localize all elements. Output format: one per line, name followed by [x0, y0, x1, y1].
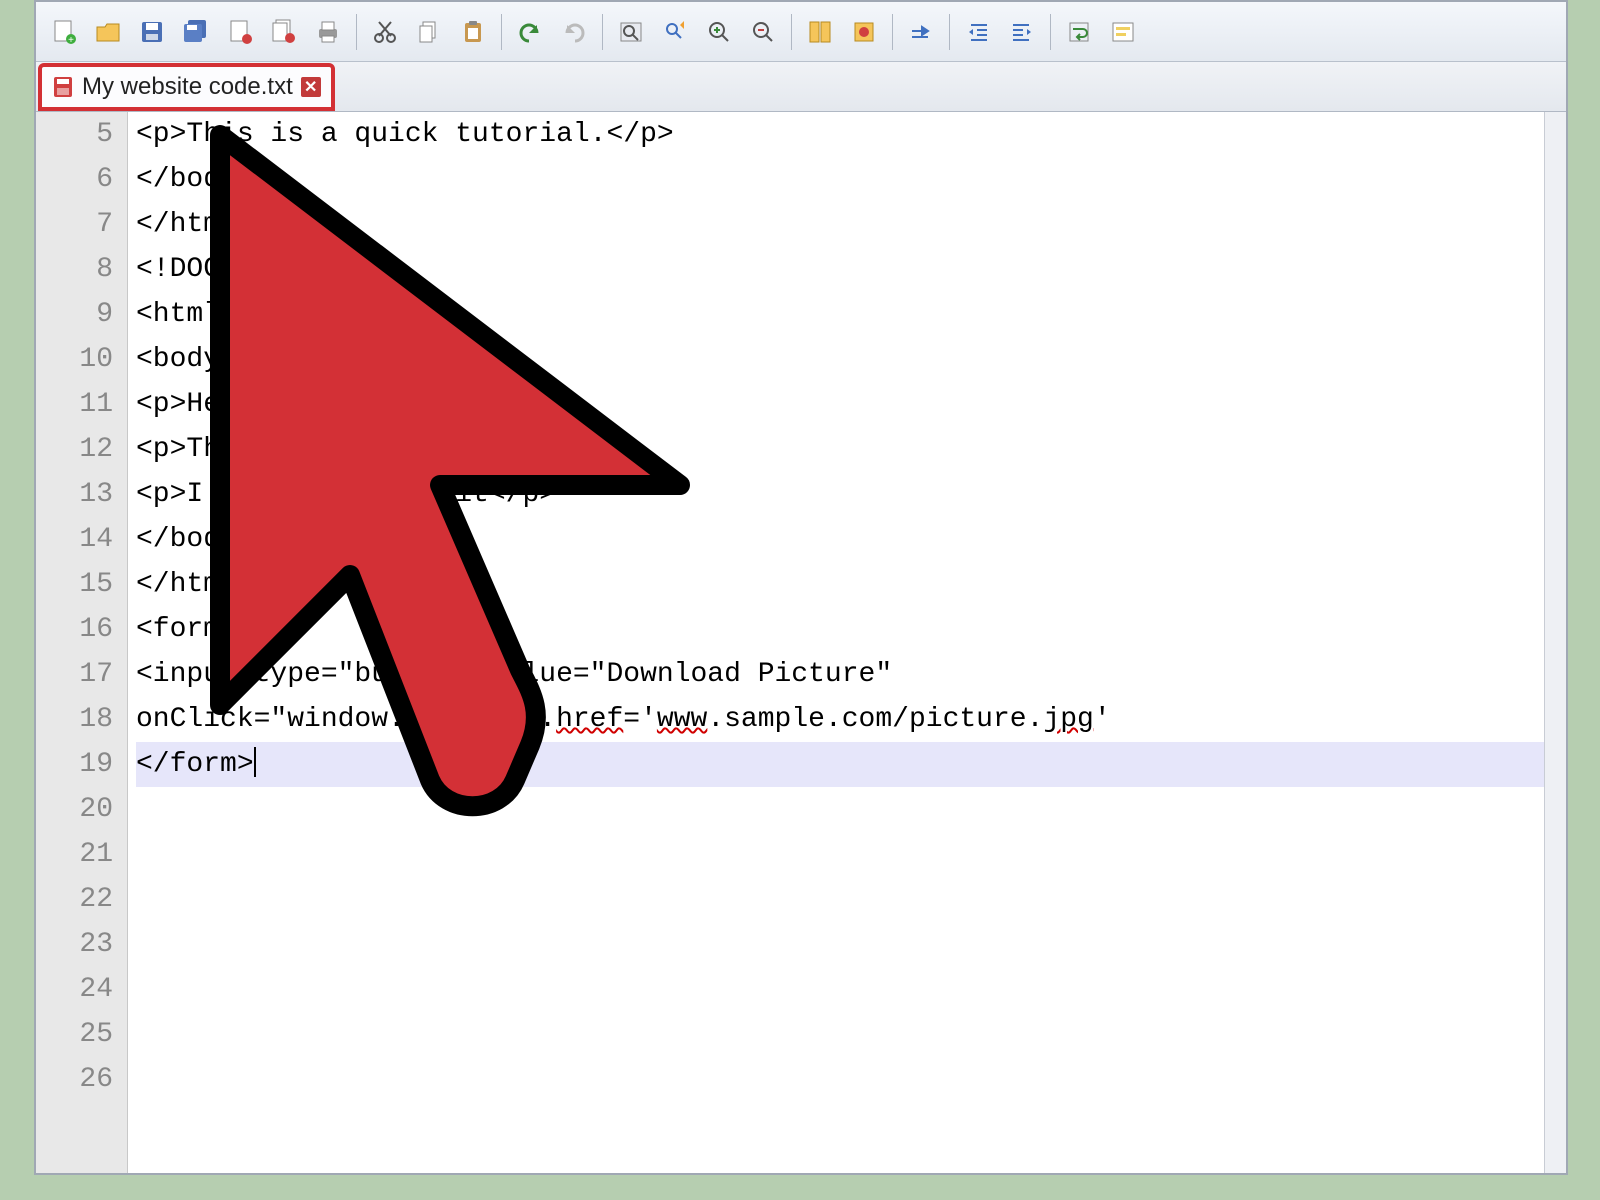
line-number: 25: [36, 1012, 113, 1057]
line-number: 10: [36, 337, 113, 382]
code-line[interactable]: onClick="window.location.href='www.sampl…: [136, 697, 1566, 742]
code-line[interactable]: <input type="button" value="Download Pic…: [136, 652, 1566, 697]
line-number: 24: [36, 967, 113, 1012]
code-line[interactable]: [136, 832, 1566, 877]
record-macro-button[interactable]: [844, 12, 884, 52]
new-file-button[interactable]: +: [44, 12, 84, 52]
word-wrap-button[interactable]: [1059, 12, 1099, 52]
line-number: 21: [36, 832, 113, 877]
line-number: 23: [36, 922, 113, 967]
line-number: 22: [36, 877, 113, 922]
line-number: 19: [36, 742, 113, 787]
run-macro-button[interactable]: [901, 12, 941, 52]
close-button[interactable]: [220, 12, 260, 52]
separator: [1050, 14, 1051, 50]
editor-window: +: [34, 0, 1568, 1175]
find-button[interactable]: [611, 12, 651, 52]
code-line[interactable]: </body>: [136, 517, 1566, 562]
save-button[interactable]: [132, 12, 172, 52]
cut-button[interactable]: [365, 12, 405, 52]
line-number: 8: [36, 247, 113, 292]
separator: [791, 14, 792, 50]
file-tab[interactable]: My website code.txt ✕: [38, 63, 335, 111]
code-line[interactable]: </body>: [136, 157, 1566, 202]
code-editor[interactable]: 567891011121314151617181920212223242526 …: [36, 112, 1566, 1173]
line-number: 15: [36, 562, 113, 607]
indent-left-button[interactable]: [958, 12, 998, 52]
separator: [356, 14, 357, 50]
code-area[interactable]: <p>This is a quick tutorial.</p></body><…: [128, 112, 1566, 1173]
code-line[interactable]: [136, 877, 1566, 922]
line-number: 14: [36, 517, 113, 562]
print-button[interactable]: [308, 12, 348, 52]
separator: [501, 14, 502, 50]
code-line[interactable]: [136, 922, 1566, 967]
line-number: 9: [36, 292, 113, 337]
code-line[interactable]: [136, 1057, 1566, 1102]
line-number: 20: [36, 787, 113, 832]
paste-button[interactable]: [453, 12, 493, 52]
highlight-button[interactable]: [1103, 12, 1143, 52]
separator: [949, 14, 950, 50]
line-number: 16: [36, 607, 113, 652]
code-line[interactable]: <!DOCTYPE html>: [136, 247, 1566, 292]
svg-text:+: +: [68, 36, 74, 45]
zoom-in-button[interactable]: [699, 12, 739, 52]
code-line[interactable]: <body>: [136, 337, 1566, 382]
open-file-button[interactable]: [88, 12, 128, 52]
find-replace-button[interactable]: [655, 12, 695, 52]
code-line[interactable]: <p>I hope you like it</p>: [136, 472, 1566, 517]
save-all-button[interactable]: [176, 12, 216, 52]
tab-bar: My website code.txt ✕: [36, 62, 1566, 112]
vertical-scrollbar[interactable]: [1544, 112, 1566, 1173]
undo-button[interactable]: [510, 12, 550, 52]
redo-button[interactable]: [554, 12, 594, 52]
code-line[interactable]: </form>: [136, 742, 1566, 787]
main-toolbar: +: [36, 2, 1566, 62]
zoom-out-button[interactable]: [743, 12, 783, 52]
code-line[interactable]: </html>: [136, 562, 1566, 607]
separator: [892, 14, 893, 50]
line-number: 26: [36, 1057, 113, 1102]
separator: [602, 14, 603, 50]
line-number: 7: [36, 202, 113, 247]
line-number: 13: [36, 472, 113, 517]
code-line[interactable]: <form>: [136, 607, 1566, 652]
indent-right-button[interactable]: [1002, 12, 1042, 52]
tab-close-icon[interactable]: ✕: [301, 77, 321, 97]
sync-button[interactable]: [800, 12, 840, 52]
copy-button[interactable]: [409, 12, 449, 52]
code-line[interactable]: </html>: [136, 202, 1566, 247]
close-all-button[interactable]: [264, 12, 304, 52]
line-number: 12: [36, 427, 113, 472]
code-line[interactable]: <p>This is a quick tutorial.</p>: [136, 112, 1566, 157]
code-line[interactable]: [136, 967, 1566, 1012]
line-number: 18: [36, 697, 113, 742]
file-icon: [52, 75, 74, 99]
code-line[interactable]: [136, 787, 1566, 832]
code-line[interactable]: <html>: [136, 292, 1566, 337]
line-number: 6: [36, 157, 113, 202]
code-line[interactable]: <p>Hello World.</p>: [136, 382, 1566, 427]
code-line[interactable]: [136, 1012, 1566, 1057]
code-line[interactable]: <p>This is my website.</p>: [136, 427, 1566, 472]
line-number: 17: [36, 652, 113, 697]
line-number: 11: [36, 382, 113, 427]
tab-filename: My website code.txt: [82, 73, 293, 101]
line-number-gutter: 567891011121314151617181920212223242526: [36, 112, 128, 1173]
line-number: 5: [36, 112, 113, 157]
